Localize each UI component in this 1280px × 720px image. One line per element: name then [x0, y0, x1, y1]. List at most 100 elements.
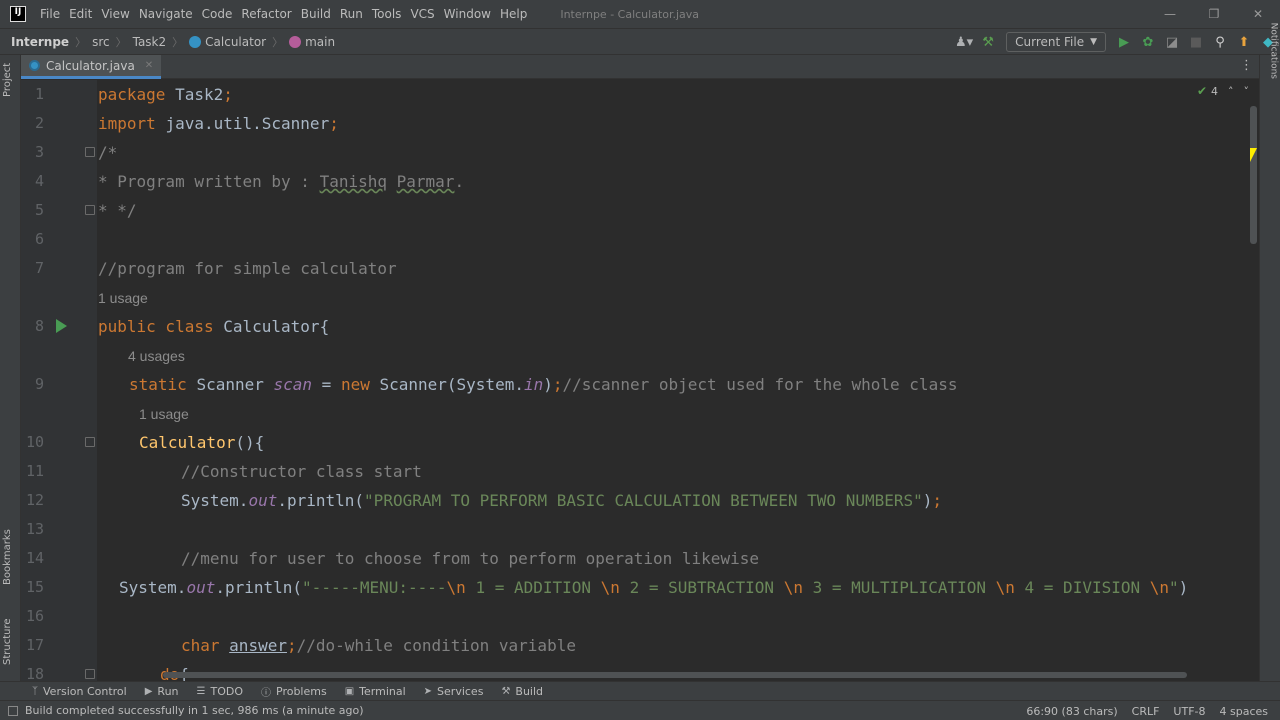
file-encoding[interactable]: UTF-8: [1173, 705, 1205, 718]
code-line[interactable]: 17 char answer;//do-while condition varia…: [21, 631, 1259, 660]
menu-tools[interactable]: Tools: [372, 7, 402, 21]
build-hammer-icon[interactable]: ⚒: [976, 30, 1000, 54]
left-tool-strip: Project Bookmarks Structure: [0, 55, 21, 681]
code-token: scan: [273, 375, 313, 394]
bookmarks-tool-tab[interactable]: Bookmarks: [2, 529, 13, 585]
code-token: out: [186, 578, 216, 597]
problems-tool[interactable]: ⓘ Problems: [261, 684, 327, 699]
menu-build[interactable]: Build: [301, 7, 331, 21]
line-number: 6: [34, 230, 44, 248]
breadcrumb-class[interactable]: Calculator: [189, 35, 266, 49]
code-line[interactable]: 14 //menu for user to choose from to perf…: [21, 544, 1259, 573]
menu-window[interactable]: Window: [444, 7, 491, 21]
code-line[interactable]: 1 package Task2;: [21, 80, 1259, 109]
code-line[interactable]: 8 public class Calculator{: [21, 312, 1259, 341]
structure-tool-tab[interactable]: Structure: [2, 618, 13, 665]
code-line[interactable]: 2 import java.util.Scanner;: [21, 109, 1259, 138]
menu-vcs[interactable]: VCS: [410, 7, 434, 21]
code-token: .println(: [277, 491, 365, 510]
menu-run[interactable]: Run: [340, 7, 363, 21]
tab-calculator-java[interactable]: Calculator.java ✕: [21, 55, 162, 79]
menu-navigate[interactable]: Navigate: [139, 7, 193, 21]
line-number: 9: [34, 375, 44, 393]
code-line[interactable]: 13: [21, 515, 1259, 544]
todo-tool[interactable]: ☰ TODO: [197, 685, 243, 698]
status-message-text: Build completed successfully in 1 sec, 9…: [25, 704, 364, 717]
code-line[interactable]: 3 /*: [21, 138, 1259, 167]
search-icon[interactable]: ⚲: [1208, 30, 1232, 54]
run-configuration-select[interactable]: Current File ▼: [1006, 32, 1106, 52]
menu-refactor[interactable]: Refactor: [241, 7, 291, 21]
code-line[interactable]: 9 static Scanner scan = new Scanner(Syste…: [21, 370, 1259, 399]
run-tool[interactable]: ▶ Run: [145, 685, 179, 698]
menu-code[interactable]: Code: [202, 7, 233, 21]
breadcrumb-project[interactable]: Internpe: [11, 35, 69, 49]
fold-icon[interactable]: [85, 437, 95, 447]
code-line[interactable]: 15 System.out.println("-----MENU:----\n 1…: [21, 573, 1259, 602]
status-toggle-icon[interactable]: [8, 705, 18, 716]
indent-setting[interactable]: 4 spaces: [1220, 705, 1269, 718]
breadcrumb-separator-icon: 〉: [115, 35, 127, 49]
code-token: ;: [286, 636, 297, 655]
code-token: new: [340, 375, 380, 394]
update-icon[interactable]: ⬆: [1232, 30, 1256, 54]
coverage-icon[interactable]: ◪: [1160, 30, 1184, 54]
line-separator[interactable]: CRLF: [1132, 705, 1160, 718]
notifications-tool-tab[interactable]: Notifications: [1268, 23, 1278, 79]
line-number: 15: [25, 578, 44, 596]
project-tool-tab[interactable]: Project: [2, 63, 13, 97]
stop-icon[interactable]: ■: [1184, 30, 1208, 54]
line-number: 16: [25, 607, 44, 625]
code-line[interactable]: 12 System.out.println("PROGRAM TO PERFORM…: [21, 486, 1259, 515]
debug-icon[interactable]: ✿: [1136, 30, 1160, 54]
code-text: //program for simple calculator: [98, 254, 397, 283]
code-token: Scanner(System.: [379, 375, 524, 394]
restore-icon[interactable]: ❐: [1192, 0, 1236, 28]
code-token: Task2: [175, 85, 224, 104]
version-control-tool[interactable]: ᛉ Version Control: [32, 685, 127, 698]
status-message[interactable]: Build completed successfully in 1 sec, 9…: [8, 704, 364, 717]
code-line[interactable]: 7 //program for simple calculator: [21, 254, 1259, 283]
close-tab-icon[interactable]: ✕: [145, 60, 153, 71]
vertical-scrollbar[interactable]: [1250, 106, 1257, 244]
menu-edit[interactable]: Edit: [69, 7, 92, 21]
intellij-logo-icon[interactable]: IJ: [10, 6, 26, 22]
code-token: "PROGRAM TO PERFORM BASIC CALCULATION BE…: [364, 491, 923, 510]
run-config-label: Current File: [1015, 35, 1085, 49]
more-options-icon[interactable]: ⋮: [1240, 58, 1253, 73]
code-token: ): [1178, 578, 1189, 597]
terminal-tool[interactable]: ▣ Terminal: [345, 685, 406, 698]
code-line[interactable]: 10 Calculator(){: [21, 428, 1259, 457]
services-tool[interactable]: ➤ Services: [424, 685, 484, 698]
usages-hint[interactable]: 1 usage: [98, 284, 148, 313]
line-number: 8: [34, 317, 44, 335]
code-line[interactable]: 6: [21, 225, 1259, 254]
build-tool[interactable]: ⚒ Build: [501, 685, 543, 698]
fold-icon[interactable]: [85, 205, 95, 215]
class-icon: [189, 35, 202, 48]
usages-hint[interactable]: 1 usage: [139, 400, 189, 429]
fold-icon[interactable]: [85, 669, 95, 679]
minimize-icon[interactable]: —: [1148, 0, 1192, 28]
menu-file[interactable]: File: [40, 7, 60, 21]
breadcrumb-package[interactable]: Task2: [133, 35, 167, 49]
fold-icon[interactable]: [85, 147, 95, 157]
code-line[interactable]: 5 * */: [21, 196, 1259, 225]
todo-label: TODO: [210, 684, 243, 698]
code-line[interactable]: 16: [21, 602, 1259, 631]
breadcrumb-method[interactable]: main: [289, 35, 335, 49]
menu-view[interactable]: View: [101, 7, 129, 21]
code-token: Scanner: [196, 375, 274, 394]
run-icon[interactable]: ▶: [1112, 30, 1136, 54]
code-line[interactable]: 4 * Program written by : Tanishq Parmar.: [21, 167, 1259, 196]
caret-position[interactable]: 66:90 (83 chars): [1026, 705, 1117, 718]
run-class-gutter-icon[interactable]: [56, 319, 67, 333]
menu-help[interactable]: Help: [500, 7, 527, 21]
code-editor[interactable]: ✔ 4 ˄ ˅ 1 package Task2; 2 import java.util…: [21, 80, 1259, 681]
horizontal-scrollbar[interactable]: [163, 672, 1187, 678]
user-icon[interactable]: ♟▾: [952, 30, 976, 54]
breadcrumb-src[interactable]: src: [92, 35, 110, 49]
usages-hint[interactable]: 4 usages: [128, 342, 185, 371]
code-line[interactable]: 11 //Constructor class start: [21, 457, 1259, 486]
